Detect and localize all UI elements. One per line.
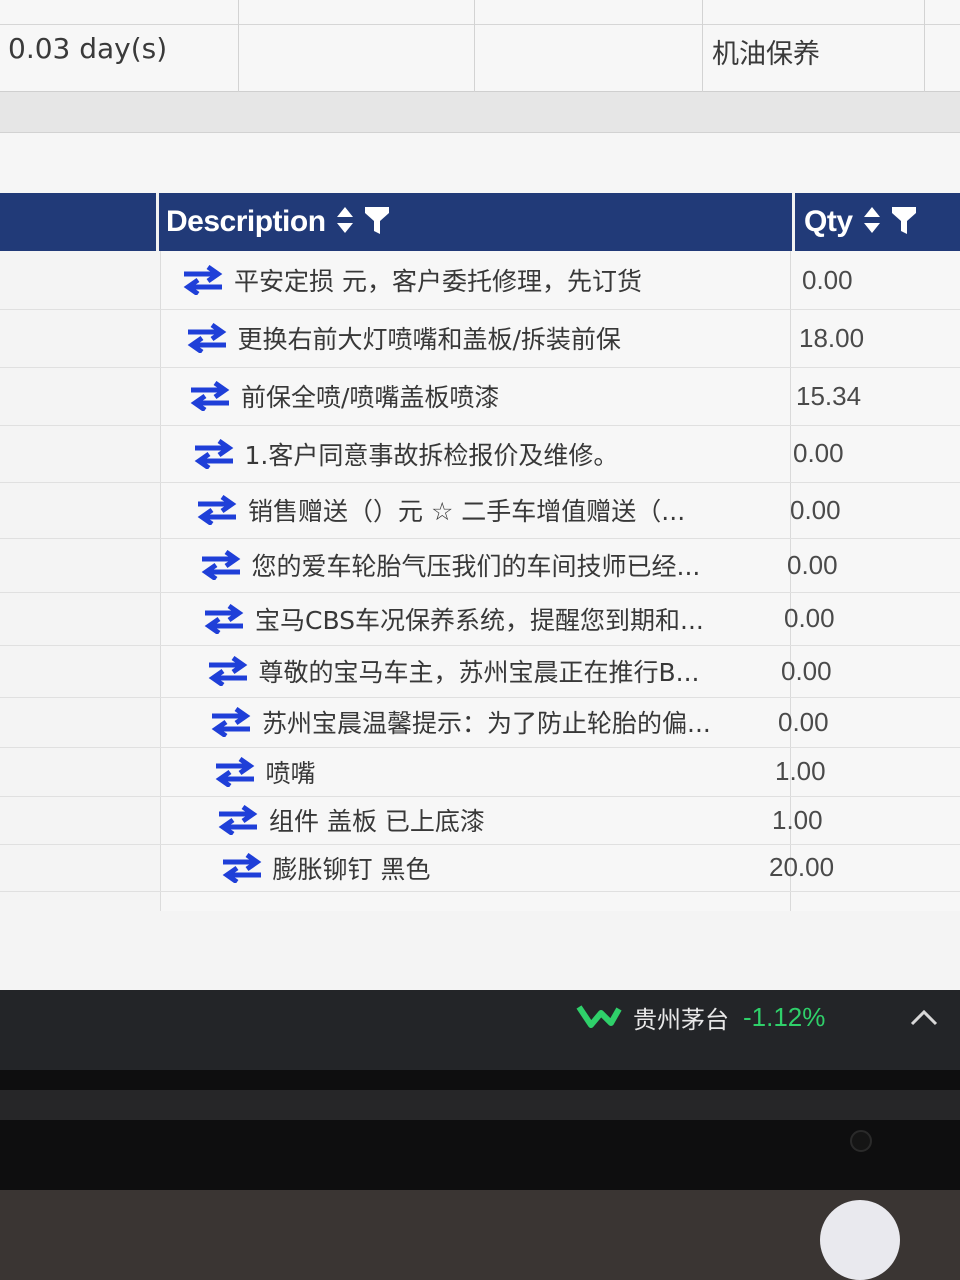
- grid-empty-area: [0, 911, 960, 991]
- qty-cell: 0.00: [793, 438, 844, 468]
- filter-icon[interactable]: [364, 205, 390, 239]
- table-row[interactable]: 尊敬的宝马车主，苏州宝晨正在推行B... 0.00: [0, 645, 960, 698]
- description-cell[interactable]: 更换右前大灯喷嘴和盖板/拆装前保: [184, 309, 621, 367]
- duration-cell: 0.03 day(s): [8, 32, 168, 65]
- chevron-up-icon[interactable]: [908, 1006, 940, 1032]
- grid-header: Description Qty: [0, 193, 960, 251]
- description-text: 苏州宝晨温馨提示：为了防止轮胎的偏...: [262, 709, 711, 738]
- column-header-qty[interactable]: Qty: [804, 193, 917, 251]
- qty-cell: 1.00: [775, 756, 826, 786]
- description-text: 喷嘴: [265, 758, 316, 788]
- splitter-bar[interactable]: [0, 92, 960, 133]
- column-header-description[interactable]: Description: [166, 193, 390, 251]
- table-row[interactable]: 您的爱车轮胎气压我们的车间技师已经... 0.00: [0, 538, 960, 593]
- swap-arrows-icon[interactable]: [184, 322, 230, 355]
- description-text: 膨胀铆钉 黑色: [272, 854, 431, 884]
- swap-arrows-icon[interactable]: [191, 438, 237, 470]
- description-cell[interactable]: 平安定损 元，客户委托修理，先订货: [180, 251, 642, 309]
- sort-icon[interactable]: [336, 205, 354, 239]
- table-row[interactable]: 平安定损 元，客户委托修理，先订货 0.00: [0, 251, 960, 310]
- swap-arrows-icon[interactable]: [201, 603, 247, 635]
- qty-cell: 0.00: [790, 494, 841, 525]
- swap-arrows-icon[interactable]: [215, 804, 261, 837]
- qty-header-label: Qty: [804, 205, 853, 238]
- grid-body: 平安定损 元，客户委托修理，先订货 0.00 更换右前大灯喷嘴和盖板/拆装前保 18.…: [0, 251, 960, 911]
- table-row[interactable]: 苏州宝晨温馨提示：为了防止轮胎的偏... 0.00: [0, 697, 960, 748]
- qty-cell: 18.00: [799, 322, 865, 353]
- table-row[interactable]: 销售赠送（）元 ☆ 二手车增值赠送（... 0.00: [0, 482, 960, 539]
- qty-cell: 0.00: [802, 264, 853, 295]
- qty-cell: 20.00: [769, 852, 835, 882]
- monitor-bezel-edge: [0, 1090, 960, 1120]
- stock-ticker[interactable]: 贵州茅台 -1.12%: [575, 1000, 825, 1035]
- description-header-label: Description: [166, 205, 326, 238]
- desk-surface: [0, 1190, 960, 1280]
- qty-cell: 0.00: [787, 549, 838, 580]
- description-cell[interactable]: 宝马CBS车况保养系统，提醒您到期和...: [201, 592, 704, 645]
- description-cell[interactable]: 尊敬的宝马车主，苏州宝晨正在推行B...: [205, 645, 700, 697]
- qty-cell: 0.00: [778, 706, 829, 737]
- swap-arrows-icon[interactable]: [208, 706, 254, 739]
- monitor-bezel: [0, 1070, 960, 1190]
- swap-arrows-icon[interactable]: [212, 756, 258, 788]
- top-table-divider: [474, 0, 475, 92]
- swap-arrows-icon[interactable]: [180, 264, 226, 297]
- swap-arrows-icon[interactable]: [205, 655, 251, 688]
- stock-trend-icon: [575, 1001, 623, 1035]
- description-cell[interactable]: 组件 盖板 已上底漆: [215, 796, 485, 844]
- top-table-divider: [924, 0, 925, 92]
- table-row[interactable]: 宝马CBS车况保养系统，提醒您到期和... 0.00: [0, 592, 960, 646]
- swap-arrows-icon[interactable]: [219, 852, 265, 884]
- description-cell[interactable]: 销售赠送（）元 ☆ 二手车增值赠送（...: [194, 482, 685, 538]
- table-row[interactable]: 膨胀铆钉 黑色 20.00: [0, 844, 960, 892]
- description-cell[interactable]: 1.客户同意事故拆检报价及维修。: [191, 425, 619, 482]
- header-separator: [792, 193, 795, 251]
- description-text: 1.客户同意事故拆检报价及维修。: [244, 440, 619, 470]
- description-text: 更换右前大灯喷嘴和盖板/拆装前保: [237, 325, 621, 354]
- description-text: 销售赠送（）元 ☆ 二手车增值赠送（...: [248, 497, 686, 526]
- stock-change: -1.12%: [743, 1002, 826, 1032]
- swap-arrows-icon[interactable]: [187, 380, 233, 413]
- description-text: 您的爱车轮胎气压我们的车间技师已经...: [251, 552, 701, 581]
- panel-background: [0, 133, 960, 193]
- description-text: 平安定损 元，客户委托修理，先订货: [234, 267, 642, 296]
- description-cell[interactable]: 苏州宝晨温馨提示：为了防止轮胎的偏...: [208, 697, 711, 747]
- top-table-divider: [702, 0, 703, 92]
- description-cell[interactable]: 您的爱车轮胎气压我们的车间技师已经...: [198, 538, 701, 592]
- table-row[interactable]: 前保全喷/喷嘴盖板喷漆 15.34: [0, 367, 960, 426]
- top-table-row-header: [0, 0, 960, 25]
- description-text: 组件 盖板 已上底漆: [269, 807, 485, 836]
- table-row[interactable]: 1.客户同意事故拆检报价及维修。 0.00: [0, 425, 960, 483]
- qty-cell: 0.00: [784, 603, 835, 633]
- qty-cell: 0.00: [781, 655, 832, 686]
- power-button: [850, 1130, 872, 1152]
- qty-cell: 15.34: [796, 380, 862, 411]
- screen: 0.03 day(s) 机油保养 Description Qty 平安定损 元，…: [0, 0, 960, 1010]
- desk-object: [820, 1200, 900, 1280]
- swap-arrows-icon[interactable]: [194, 494, 240, 527]
- job-type-cell: 机油保养: [712, 39, 820, 70]
- table-row[interactable]: 喷嘴 1.00: [0, 747, 960, 797]
- qty-cell: 1.00: [772, 804, 823, 835]
- description-cell[interactable]: 喷嘴: [212, 747, 316, 796]
- description-text: 尊敬的宝马车主，苏州宝晨正在推行B...: [258, 658, 700, 687]
- header-separator: [156, 193, 159, 251]
- description-cell[interactable]: 前保全喷/喷嘴盖板喷漆: [187, 367, 499, 425]
- description-cell[interactable]: 膨胀铆钉 黑色: [219, 844, 431, 891]
- stock-name: 贵州茅台: [633, 1006, 729, 1034]
- top-table: 0.03 day(s) 机油保养: [0, 0, 960, 92]
- sort-icon[interactable]: [863, 205, 881, 239]
- filter-icon[interactable]: [891, 205, 917, 239]
- description-text: 前保全喷/喷嘴盖板喷漆: [241, 383, 500, 412]
- description-text: 宝马CBS车况保养系统，提醒您到期和...: [255, 605, 704, 635]
- table-row[interactable]: 组件 盖板 已上底漆 1.00: [0, 796, 960, 845]
- swap-arrows-icon[interactable]: [198, 549, 244, 582]
- top-table-divider: [238, 0, 239, 92]
- table-row[interactable]: 更换右前大灯喷嘴和盖板/拆装前保 18.00: [0, 309, 960, 368]
